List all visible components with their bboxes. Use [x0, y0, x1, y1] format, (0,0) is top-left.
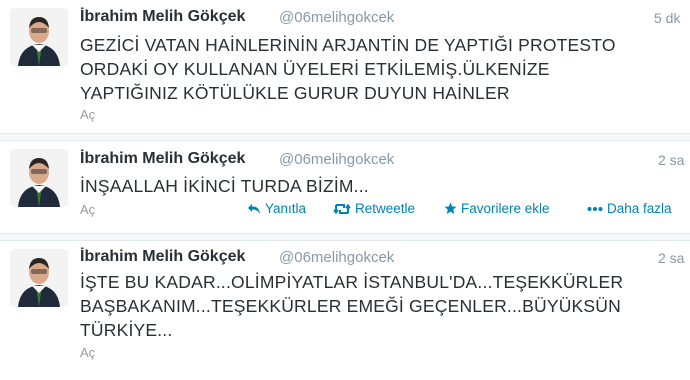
more-button[interactable]: Daha fazla — [587, 201, 672, 216]
tweet-timestamp[interactable]: 5 dk — [654, 10, 680, 26]
tweet-timestamp[interactable]: 2 sa — [658, 250, 684, 266]
author-name[interactable]: İbrahim Melih Gökçek — [80, 248, 245, 266]
more-dots-icon — [587, 206, 603, 212]
expand-link[interactable]: Aç — [80, 107, 95, 122]
expand-link[interactable]: Aç — [80, 345, 95, 360]
profile-avatar[interactable] — [10, 149, 68, 207]
profile-avatar[interactable] — [10, 8, 68, 66]
tweet-text: İNŞAALLAH İKİNCİ TURDA BİZİM... — [80, 174, 680, 198]
retweet-icon — [333, 203, 351, 215]
tweet-text-line: TÜRKİYE... — [80, 320, 173, 340]
author-handle[interactable]: @06melihgokcek — [279, 151, 394, 168]
tweet-actions: Yanıtla Retweetle Favorilere ekle Daha f… — [0, 201, 690, 219]
tweet[interactable]: İbrahim Melih Gökçek @06melihgokcek 5 dk… — [0, 0, 690, 133]
favorite-label: Favorilere ekle — [461, 201, 550, 216]
favorite-button[interactable]: Favorilere ekle — [444, 201, 550, 216]
retweet-button[interactable]: Retweetle — [333, 201, 415, 216]
tweet-text: GEZİCİ VATAN HAİNLERİNİN ARJANTİN DE YAP… — [80, 33, 680, 105]
tweet-text-line: ORDAKİ OY KULLANAN ÜYELERİ ETKİLEMİŞ.ÜLK… — [80, 59, 550, 79]
author-name[interactable]: İbrahim Melih Gökçek — [80, 150, 245, 168]
tweet-text-line: GEZİCİ VATAN HAİNLERİNİN ARJANTİN DE YAP… — [80, 35, 616, 55]
reply-icon — [247, 203, 261, 215]
star-icon — [444, 202, 457, 215]
retweet-label: Retweetle — [355, 201, 416, 216]
tweet-text-line: İŞTE BU KADAR...OLİMPİYATLAR İSTANBUL'DA… — [80, 272, 624, 292]
more-label: Daha fazla — [607, 201, 672, 216]
tweet-text: İŞTE BU KADAR...OLİMPİYATLAR İSTANBUL'DA… — [80, 270, 680, 342]
tweet-text-line: BAŞBAKANIM...TEŞEKKÜRLER EMEĞİ GEÇENLER.… — [80, 296, 621, 316]
tweet-text-line: YAPTIĞINIZ KÖTÜLÜKLE GURUR DUYUN HAİNLER — [80, 83, 510, 103]
tweet[interactable]: İbrahim Melih Gökçek @06melihgokcek 2 sa… — [0, 241, 690, 380]
tweet-text-line: İNŞAALLAH İKİNCİ TURDA BİZİM... — [80, 176, 369, 196]
author-handle[interactable]: @06melihgokcek — [279, 9, 394, 26]
reply-label: Yanıtla — [265, 201, 307, 216]
author-name[interactable]: İbrahim Melih Gökçek — [80, 8, 245, 26]
tweet-timestamp[interactable]: 2 sa — [658, 152, 684, 168]
author-handle[interactable]: @06melihgokcek — [279, 249, 394, 266]
profile-avatar[interactable] — [10, 249, 68, 307]
tweet[interactable]: İbrahim Melih Gökçek @06melihgokcek 2 sa… — [0, 141, 690, 233]
reply-button[interactable]: Yanıtla — [247, 201, 306, 216]
